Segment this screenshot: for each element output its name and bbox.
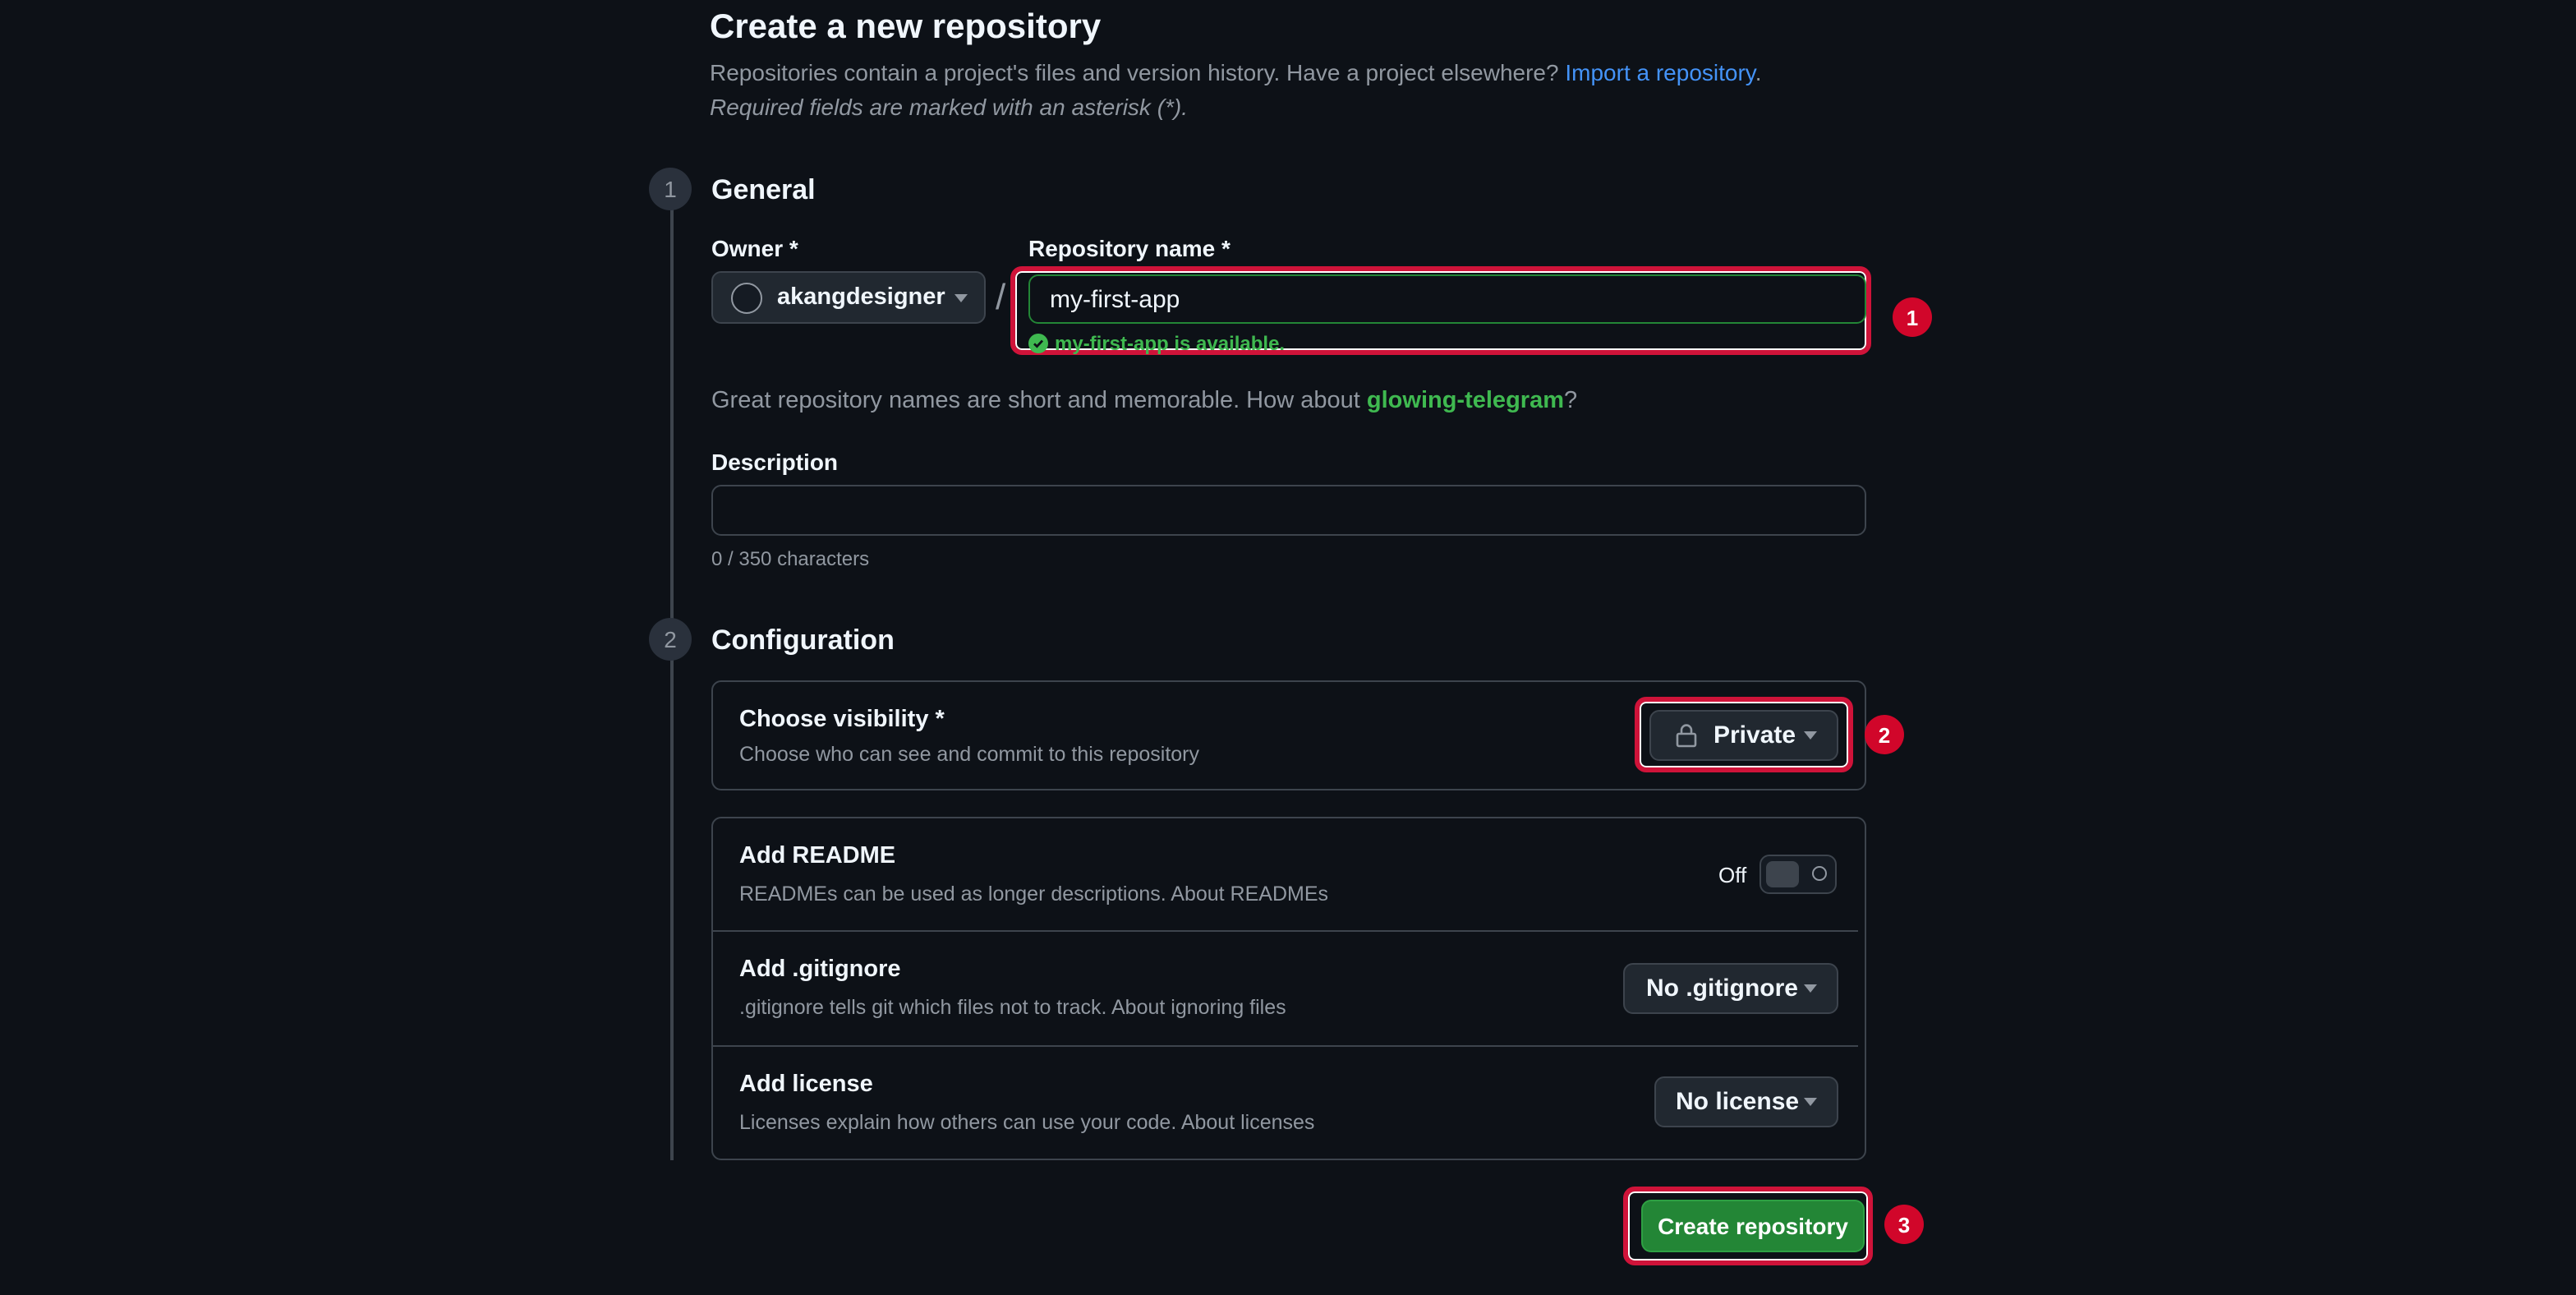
gitignore-dropdown[interactable]: No .gitignore	[1623, 963, 1838, 1014]
description-char-count: 0 / 350 characters	[711, 547, 870, 570]
chevron-down-icon	[1804, 984, 1817, 993]
readme-description: READMEs can be used as longer descriptio…	[739, 883, 1329, 906]
suggestion-prefix: Great repository names are short and mem…	[711, 388, 1360, 414]
availability-message: my-first-app is available.	[1028, 332, 1285, 355]
annotation-badge-1: 1	[1893, 297, 1932, 337]
license-description: Licenses explain how others can use your…	[739, 1111, 1315, 1134]
page-subtitle: Repositories contain a project's files a…	[710, 59, 1762, 85]
license-dropdown[interactable]: No license	[1654, 1076, 1838, 1127]
step-2-indicator: 2	[649, 618, 692, 661]
annotation-badge-3: 3	[1884, 1205, 1924, 1244]
owner-avatar	[731, 282, 762, 313]
subtitle-end: .	[1755, 59, 1762, 85]
visibility-title: Choose visibility *	[739, 707, 945, 733]
visibility-dropdown[interactable]: Private	[1649, 710, 1838, 761]
page-title: Create a new repository	[710, 8, 1102, 46]
owner-value: akangdesigner	[777, 284, 945, 311]
step-timeline	[670, 207, 674, 1160]
toggle-knob	[1766, 861, 1799, 887]
import-repository-link[interactable]: Import a repository	[1565, 59, 1755, 85]
annotation-badge-2: 2	[1865, 715, 1904, 754]
general-heading: General	[711, 174, 816, 205]
readme-title: Add README	[739, 843, 896, 869]
suggestion-suffix: ?	[1564, 388, 1578, 414]
readme-toggle-label: Off	[1718, 863, 1747, 887]
name-suggestion: Great repository names are short and mem…	[711, 388, 1577, 414]
chevron-down-icon	[1804, 1098, 1817, 1106]
repo-name-label: Repository name *	[1028, 235, 1230, 261]
description-input[interactable]	[711, 485, 1866, 536]
subtitle-text: Repositories contain a project's files a…	[710, 59, 1559, 85]
owner-dropdown[interactable]: akangdesigner	[711, 271, 986, 324]
gitignore-value: No .gitignore	[1646, 975, 1798, 1002]
create-repository-button[interactable]: Create repository	[1641, 1200, 1865, 1252]
toggle-off-icon	[1812, 866, 1827, 881]
repository-name-input[interactable]	[1028, 274, 1866, 324]
chevron-down-icon	[954, 293, 968, 302]
description-label: Description	[711, 449, 839, 475]
readme-toggle[interactable]	[1760, 855, 1837, 894]
lock-icon	[1676, 724, 1697, 748]
divider	[713, 1045, 1858, 1047]
visibility-value: Private	[1714, 721, 1796, 749]
availability-text: my-first-app is available.	[1055, 332, 1286, 355]
license-value: No license	[1676, 1088, 1800, 1116]
required-fields-note: Required fields are marked with an aster…	[710, 94, 1189, 120]
visibility-description: Choose who can see and commit to this re…	[739, 743, 1199, 766]
gitignore-description: .gitignore tells git which files not to …	[739, 996, 1286, 1019]
check-circle-icon	[1028, 334, 1048, 353]
gitignore-title: Add .gitignore	[739, 956, 901, 983]
chevron-down-icon	[1804, 731, 1817, 740]
step-1-indicator: 1	[649, 168, 692, 210]
suggested-name-link[interactable]: glowing-telegram	[1367, 388, 1564, 414]
owner-label: Owner *	[711, 235, 798, 261]
divider	[713, 930, 1858, 932]
configuration-heading: Configuration	[711, 624, 895, 656]
owner-repo-separator: /	[996, 276, 1006, 317]
license-title: Add license	[739, 1071, 873, 1098]
